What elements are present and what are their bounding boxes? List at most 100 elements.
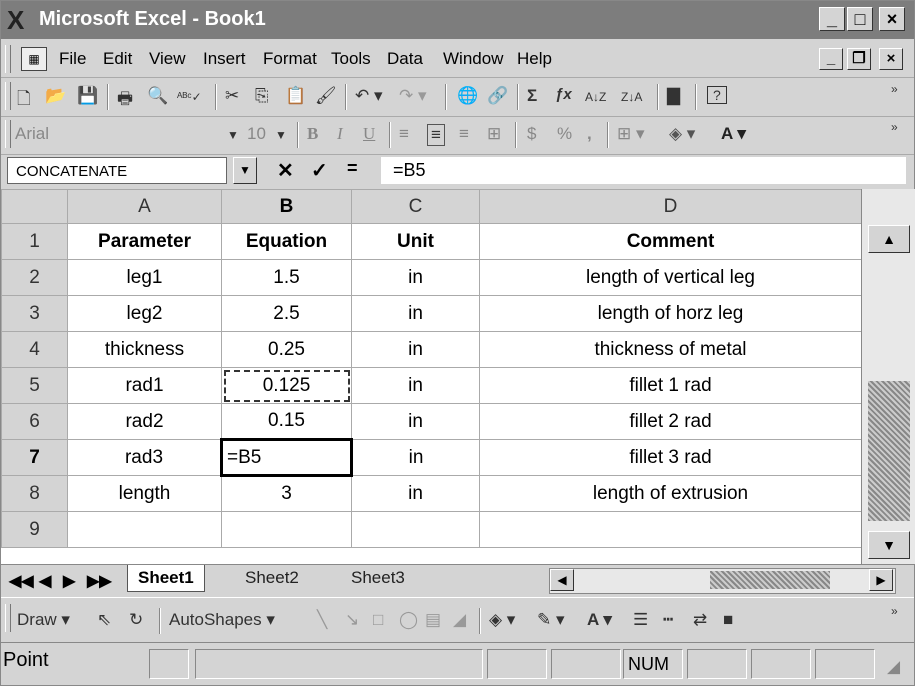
- dash-style-icon[interactable]: ┅: [663, 610, 673, 630]
- open-icon[interactable]: 📂: [45, 86, 66, 106]
- doc-minimize-button[interactable]: _: [819, 48, 843, 70]
- cell-d1[interactable]: Comment: [479, 223, 862, 260]
- hyperlink-icon[interactable]: 🌐: [457, 86, 478, 106]
- toolbar-overflow-icon[interactable]: »: [891, 120, 898, 134]
- web-icon[interactable]: 🔗: [487, 86, 508, 106]
- menu-insert[interactable]: Insert: [203, 49, 246, 69]
- autoshapes-menu-button[interactable]: AutoShapes ▾: [169, 610, 275, 630]
- textbox-icon[interactable]: ▤: [425, 610, 441, 630]
- resize-grip-icon[interactable]: ◢: [887, 657, 900, 677]
- toolbar-overflow-icon[interactable]: »: [891, 604, 898, 618]
- column-header-d[interactable]: D: [479, 189, 862, 224]
- previous-sheet-button[interactable]: ◀: [39, 571, 51, 591]
- cell-d9[interactable]: [479, 511, 862, 548]
- cell-a3[interactable]: leg2: [67, 295, 222, 332]
- undo-icon[interactable]: ↶ ▾: [355, 86, 383, 106]
- doc-restore-button[interactable]: ❐: [847, 48, 871, 70]
- cell-a4[interactable]: thickness: [67, 331, 222, 368]
- cell-d3[interactable]: length of horz leg: [479, 295, 862, 332]
- cell-b9[interactable]: [221, 511, 352, 548]
- format-painter-icon[interactable]: 🖌: [315, 86, 337, 106]
- row-header[interactable]: 4: [1, 331, 68, 368]
- toolbar-grip[interactable]: [5, 120, 11, 148]
- cell-b8[interactable]: 3: [221, 475, 352, 512]
- line-icon[interactable]: ╲: [317, 610, 327, 630]
- cell-c6[interactable]: in: [351, 403, 480, 440]
- comma-button[interactable]: ,: [587, 124, 592, 144]
- font-color-icon[interactable]: A ▾: [587, 610, 612, 630]
- workbook-icon[interactable]: ▦: [21, 47, 47, 71]
- name-box-dropdown[interactable]: ▼: [233, 157, 257, 184]
- menu-window[interactable]: Window: [443, 49, 503, 69]
- menu-file[interactable]: File: [59, 49, 86, 69]
- row-header[interactable]: 8: [1, 475, 68, 512]
- cut-icon[interactable]: ✂: [225, 86, 239, 106]
- title-bar[interactable]: X Microsoft Excel - Book1 _ □ ×: [1, 1, 914, 39]
- underline-button[interactable]: U: [363, 124, 375, 144]
- maximize-button[interactable]: □: [847, 7, 873, 31]
- line-color-icon[interactable]: ✎ ▾: [537, 610, 565, 630]
- scroll-thumb[interactable]: [868, 381, 910, 521]
- oval-icon[interactable]: ◯: [399, 610, 418, 630]
- cell-d8[interactable]: length of extrusion: [479, 475, 862, 512]
- menu-format[interactable]: Format: [263, 49, 317, 69]
- help-icon[interactable]: ?: [707, 86, 727, 104]
- scroll-down-button[interactable]: ▼: [868, 531, 910, 559]
- cell-c4[interactable]: in: [351, 331, 480, 368]
- wordart-icon[interactable]: ◢: [453, 610, 466, 630]
- row-header-active[interactable]: 7: [1, 439, 68, 476]
- cell-c9[interactable]: [351, 511, 480, 548]
- cell-a8[interactable]: length: [67, 475, 222, 512]
- cell-d4[interactable]: thickness of metal: [479, 331, 862, 368]
- cell-b2[interactable]: 1.5: [221, 259, 352, 296]
- last-sheet-button[interactable]: ▶▶: [87, 571, 112, 591]
- print-icon[interactable]: 🖶: [117, 86, 133, 115]
- cell-d7[interactable]: fillet 3 rad: [479, 439, 862, 476]
- print-preview-icon[interactable]: 🔍: [147, 86, 168, 106]
- save-icon[interactable]: 💾: [77, 86, 98, 106]
- menu-tools[interactable]: Tools: [331, 49, 371, 69]
- merge-center-button[interactable]: ⊞: [487, 124, 501, 144]
- menu-data[interactable]: Data: [387, 49, 423, 69]
- toolbar-grip[interactable]: [5, 604, 11, 632]
- align-left-button[interactable]: ≡: [399, 124, 409, 144]
- rectangle-icon[interactable]: □: [373, 610, 383, 630]
- select-objects-icon[interactable]: ⇖: [97, 610, 111, 630]
- cell-a6[interactable]: rad2: [67, 403, 222, 440]
- menu-grip[interactable]: [5, 45, 11, 73]
- cell-b5-referenced[interactable]: 0.125: [221, 367, 352, 404]
- align-center-button[interactable]: ≡: [427, 124, 445, 146]
- excel-app-icon[interactable]: X: [7, 6, 24, 34]
- borders-button[interactable]: ⊞ ▾: [617, 124, 645, 144]
- column-header-b[interactable]: B: [221, 189, 352, 224]
- scroll-thumb[interactable]: [710, 571, 830, 589]
- font-color-button[interactable]: A ▾: [721, 124, 746, 144]
- draw-menu-button[interactable]: Draw ▾: [17, 610, 70, 630]
- redo-icon[interactable]: ↷ ▾: [399, 86, 427, 106]
- toolbar-overflow-icon[interactable]: »: [891, 82, 898, 96]
- scroll-left-button[interactable]: ◀: [550, 569, 574, 591]
- doc-close-button[interactable]: ×: [879, 48, 903, 70]
- cell-d6[interactable]: fillet 2 rad: [479, 403, 862, 440]
- row-header[interactable]: 3: [1, 295, 68, 332]
- sort-ascending-icon[interactable]: A↓Z: [585, 90, 606, 104]
- currency-button[interactable]: $: [527, 124, 536, 144]
- close-button[interactable]: ×: [879, 7, 905, 31]
- cell-b6[interactable]: 0.15: [221, 403, 352, 440]
- cell-d5[interactable]: fillet 1 rad: [479, 367, 862, 404]
- cell-b1[interactable]: Equation: [221, 223, 352, 260]
- cell-b7-active[interactable]: =B5: [220, 438, 353, 477]
- menu-edit[interactable]: Edit: [103, 49, 132, 69]
- copy-icon[interactable]: ⎘: [255, 86, 269, 106]
- function-icon[interactable]: ƒx: [555, 86, 572, 103]
- formula-input[interactable]: =B5: [381, 157, 906, 184]
- align-right-button[interactable]: ≡: [459, 124, 469, 144]
- arrow-style-icon[interactable]: ⇄: [693, 610, 707, 630]
- column-header-a[interactable]: A: [67, 189, 222, 224]
- italic-button[interactable]: I: [337, 124, 343, 144]
- row-header[interactable]: 2: [1, 259, 68, 296]
- vertical-scrollbar[interactable]: ▲ ▼: [861, 189, 915, 564]
- new-icon[interactable]: 🗋: [17, 86, 31, 115]
- arrow-icon[interactable]: ↘: [345, 610, 359, 630]
- select-all-corner[interactable]: [1, 189, 68, 224]
